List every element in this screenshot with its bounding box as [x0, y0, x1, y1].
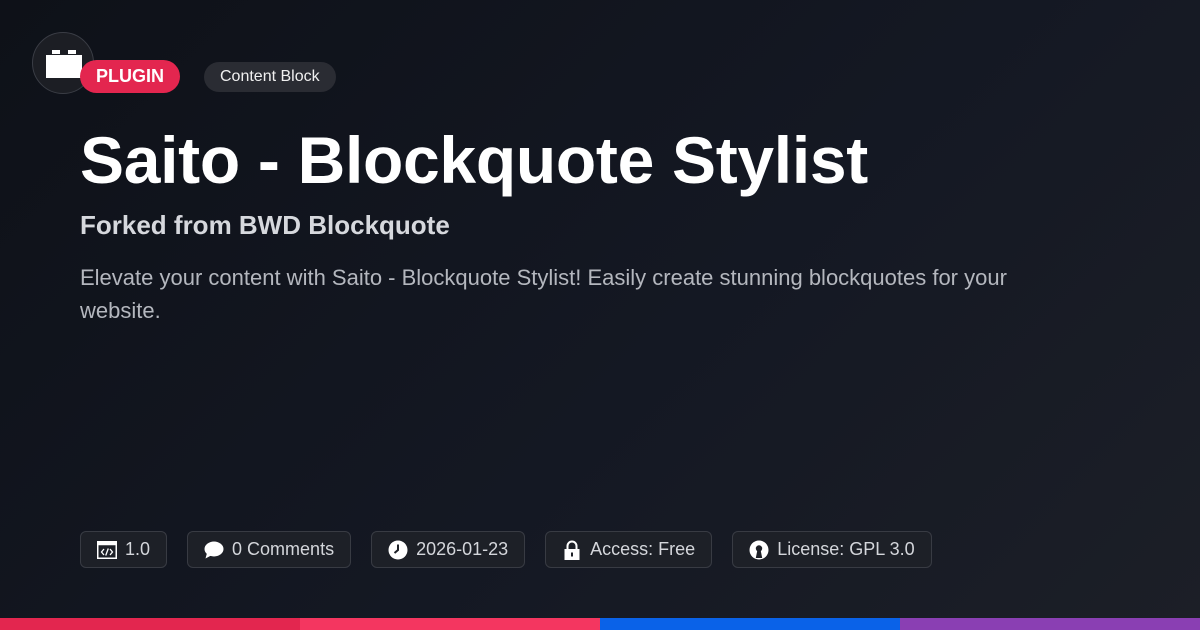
- license-text: License: GPL 3.0: [777, 539, 915, 559]
- version-pill: 1.0: [80, 531, 168, 568]
- strip-segment-4: [900, 618, 1200, 630]
- strip-segment-2: [300, 618, 600, 630]
- category-badge[interactable]: Content Block: [204, 62, 336, 92]
- clock-icon: [388, 540, 408, 560]
- color-strip: [0, 618, 1200, 630]
- meta-bar: 1.0 0 Comments 2026-01-23 Access: Free L…: [80, 531, 932, 568]
- strip-segment-1: [0, 618, 300, 630]
- code-window-icon: [97, 540, 117, 560]
- type-badge: PLUGIN: [80, 60, 181, 93]
- comments-text: 0 Comments: [232, 539, 335, 559]
- lock-icon: [562, 540, 582, 560]
- page-subtitle: Forked from BWD Blockquote: [80, 210, 450, 240]
- version-text: 1.0: [125, 539, 151, 559]
- open-source-icon: [749, 540, 769, 560]
- access-text: Access: Free: [590, 539, 696, 559]
- access-pill: Access: Free: [545, 531, 713, 568]
- plugin-block-icon: [46, 50, 82, 78]
- license-pill: License: GPL 3.0: [732, 531, 932, 568]
- date-text: 2026-01-23: [416, 539, 509, 559]
- page-description: Elevate your content with Saito - Blockq…: [80, 265, 1007, 323]
- date-pill: 2026-01-23: [371, 531, 526, 568]
- comment-bubble-icon: [204, 540, 224, 560]
- page-title: Saito - Blockquote Stylist: [80, 123, 868, 197]
- strip-segment-3: [600, 618, 900, 630]
- comments-pill[interactable]: 0 Comments: [187, 531, 352, 568]
